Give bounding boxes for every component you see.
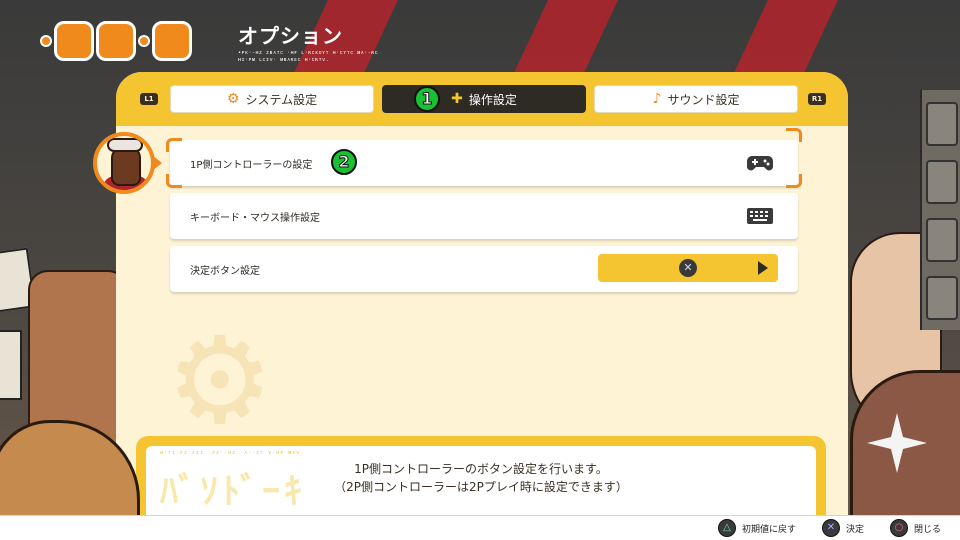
row-keyboard-mouse-settings[interactable]: キーボード・マウス操作設定	[170, 193, 798, 239]
page-title: オプション	[238, 24, 343, 48]
logo-glyph	[96, 21, 136, 61]
background-slot	[926, 218, 958, 262]
gamepad-icon	[747, 156, 773, 171]
description-line-1: 1P側コントローラーのボタン設定を行います。	[354, 462, 608, 476]
tab-control-settings[interactable]: ✚ 操作設定	[382, 85, 586, 113]
tab-label: サウンド設定	[667, 92, 740, 107]
selection-bracket	[786, 128, 802, 142]
annotation-badge-2: 2	[331, 149, 357, 175]
hint-label: 決定	[846, 524, 865, 535]
logo-glyph	[152, 21, 192, 61]
tab-system-settings[interactable]: ⚙ システム設定	[170, 85, 374, 113]
confirm-button-selector[interactable]: ✕	[598, 254, 778, 282]
r1-shoulder-icon[interactable]: R1	[808, 93, 826, 105]
tab-sound-settings[interactable]: ♪ サウンド設定	[594, 85, 798, 113]
description-decor-text: ʜ·ᴛɪ·ᴘᴢ ᴀɪɪ ·ᴘᴢ·-ʜᴢ ·ᴀ-·ᴢᴛ ᴠ·ʜғ ᴍᴀᴠ	[160, 450, 301, 456]
hint-label: 初期値に戻す	[742, 524, 797, 535]
tab-label: システム設定	[245, 92, 318, 107]
keyboard-icon	[747, 208, 773, 224]
avatar-hat	[107, 138, 143, 152]
selection-bracket	[786, 174, 802, 188]
row-label: 決定ボタン設定	[190, 265, 260, 277]
logo-glyph	[54, 21, 94, 61]
background-slot	[926, 102, 958, 146]
circle-button-icon: ○	[890, 519, 908, 537]
plus-icon: ✚	[451, 91, 463, 107]
background-slot	[926, 276, 958, 320]
arrow-right-icon[interactable]	[758, 261, 768, 275]
page-subtitle: •ᴘᴋ·-ʜᴢ ᴢʙᴀᴛᴄ ·ʜғ ʟ·ʀᴄᴋᴏʏᴛ ʜ·ᴄʏᴛᴄ ᴍᴀ·-ʀᴄ…	[238, 50, 379, 63]
game-logo	[40, 14, 230, 68]
description-line-2: （2P側コントローラーは2Pプレイ時に設定できます）	[334, 480, 628, 494]
logo-dot	[138, 35, 150, 47]
cross-button-icon: ✕	[822, 519, 840, 537]
background-poster	[0, 330, 22, 400]
hint-label: 閉じる	[914, 524, 942, 535]
avatar-head	[111, 146, 141, 186]
music-note-icon: ♪	[652, 91, 662, 107]
background-slot	[926, 160, 958, 204]
logo-dot	[40, 35, 52, 47]
button-hint-bar: △ 初期値に戻す ✕ 決定 ○ 閉じる	[0, 515, 960, 540]
cross-button-icon: ✕	[679, 259, 697, 277]
gear-icon: ⚙	[166, 312, 274, 451]
background-side-panel	[920, 90, 960, 330]
hint-close[interactable]: ○ 閉じる	[890, 519, 941, 537]
star-icon	[867, 413, 927, 473]
row-confirm-button-settings[interactable]: 決定ボタン設定 ✕	[170, 246, 798, 292]
selection-bracket	[166, 174, 182, 188]
gear-icon: ⚙	[226, 91, 240, 107]
avatar	[93, 132, 155, 194]
row-label: キーボード・マウス操作設定	[190, 212, 320, 224]
row-1p-controller-settings[interactable]: 1P側コントローラーの設定	[170, 140, 798, 186]
avatar-pointer	[152, 155, 162, 171]
l1-shoulder-icon[interactable]: L1	[140, 93, 158, 105]
selection-bracket	[166, 138, 182, 152]
hint-confirm[interactable]: ✕ 決定	[822, 519, 864, 537]
triangle-button-icon: △	[718, 519, 736, 537]
tab-label: 操作設定	[468, 92, 517, 107]
row-label: 1P側コントローラーの設定	[190, 159, 313, 171]
hint-reset-defaults[interactable]: △ 初期値に戻す	[718, 519, 796, 537]
annotation-badge-1: 1	[414, 86, 440, 112]
